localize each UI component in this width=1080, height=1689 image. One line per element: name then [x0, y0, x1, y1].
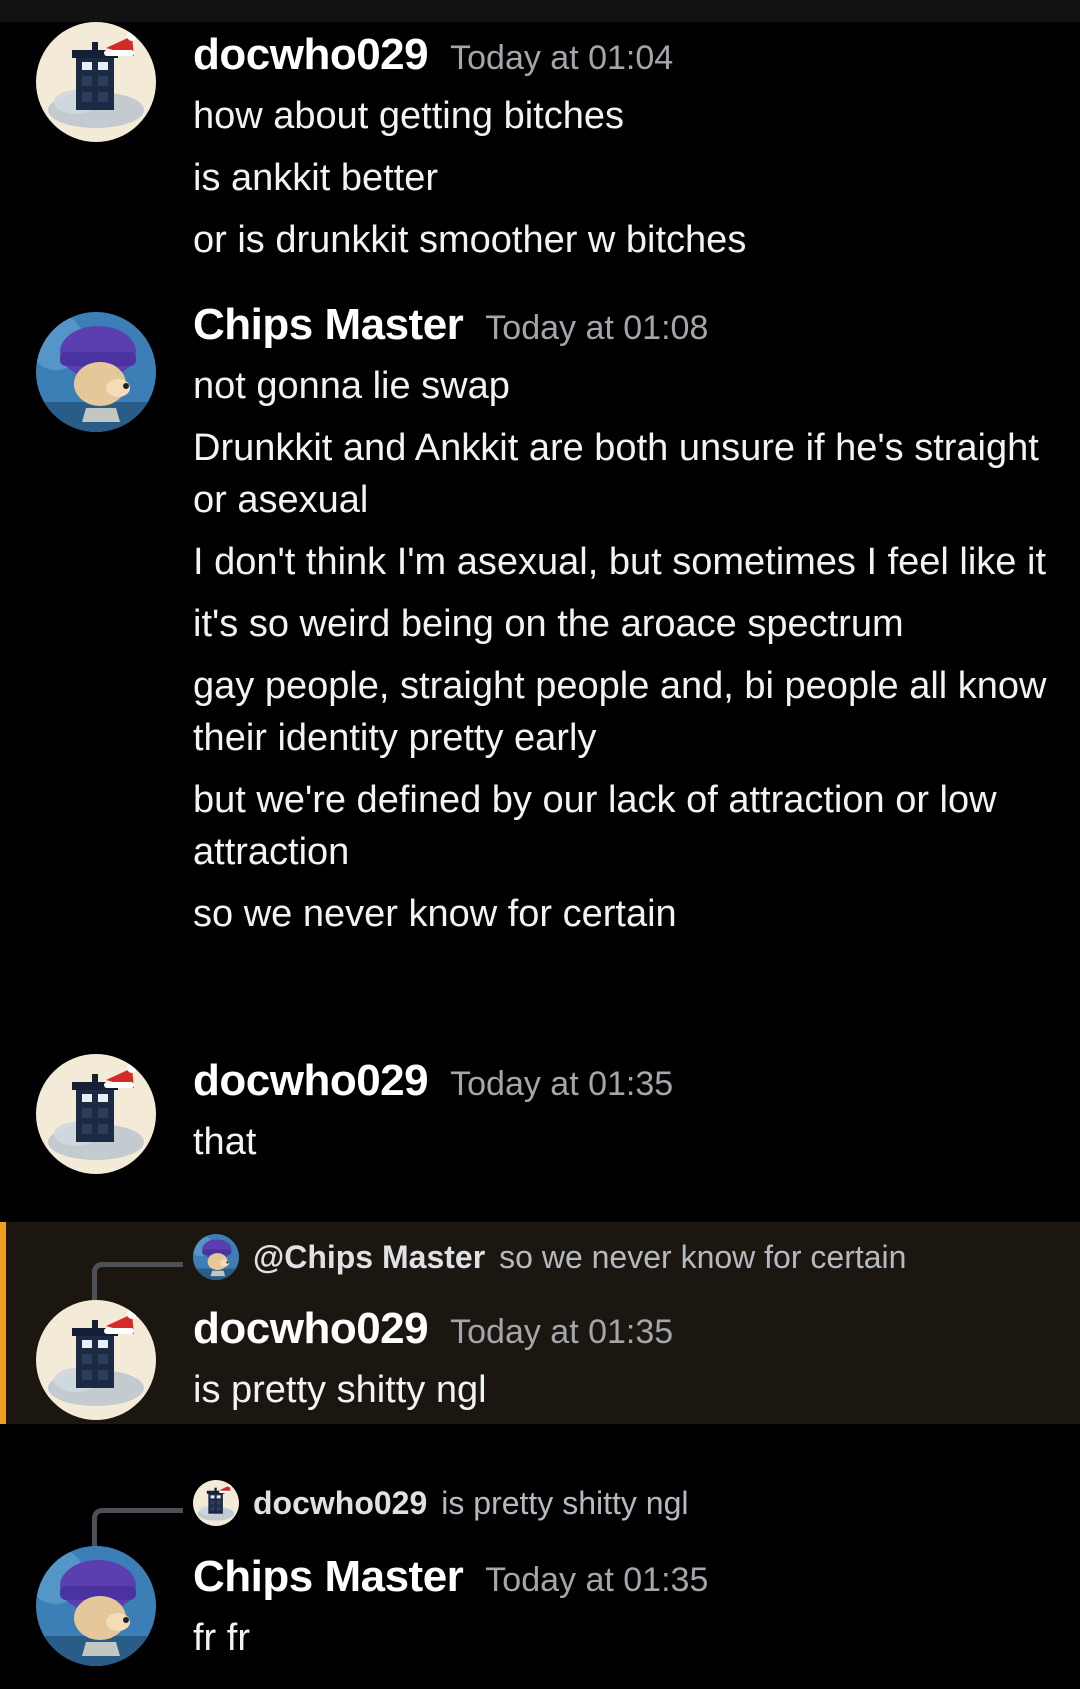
message-text: is pretty shitty ngl	[193, 1369, 487, 1411]
tardis-avatar[interactable]	[36, 22, 156, 142]
message-header: docwho029 Today at 01:35	[193, 1056, 673, 1106]
tardis-avatar[interactable]	[36, 1054, 156, 1174]
reply-author[interactable]: @Chips Master	[253, 1239, 485, 1276]
reply-text[interactable]: so we never know for certain	[499, 1239, 906, 1276]
message-text: that	[193, 1121, 257, 1163]
dog-beanie-mini-avatar[interactable]	[193, 1234, 239, 1280]
timestamp: Today at 01:35	[485, 1561, 709, 1599]
reply-author[interactable]: docwho029	[253, 1485, 427, 1522]
message-text: gay people, straight people and, bi peop…	[193, 665, 1047, 759]
message-header: docwho029 Today at 01:35	[193, 1304, 673, 1354]
tardis-avatar[interactable]	[36, 1300, 156, 1420]
message-text: Drunkkit and Ankkit are both unsure if h…	[193, 427, 1039, 521]
message-content: not gonna lie swap Drunkkit and Ankkit ar…	[193, 360, 1053, 950]
message-group[interactable]: @Chips Master so we never know for certai…	[0, 1222, 1080, 1424]
message-text: not gonna lie swap	[193, 365, 510, 407]
message-group[interactable]: Chips Master Today at 01:08 not gonna lie …	[0, 290, 1080, 1030]
reply-text[interactable]: is pretty shitty ngl	[441, 1485, 688, 1522]
message-content: that	[193, 1116, 1053, 1178]
message-content: is pretty shitty ngl	[193, 1364, 1053, 1426]
status-bar	[0, 0, 1080, 22]
message-text: but we're defined by our lack of attract…	[193, 779, 997, 873]
message-text: it's so weird being on the aroace spectr…	[193, 603, 904, 645]
dog-beanie-avatar[interactable]	[36, 312, 156, 432]
reply-preview[interactable]: docwho029 is pretty shitty ngl	[193, 1480, 688, 1526]
message-group[interactable]: docwho029 is pretty shitty ngl Chips Maste…	[0, 1450, 1080, 1670]
timestamp: Today at 01:35	[450, 1065, 674, 1103]
tardis-mini-avatar[interactable]	[193, 1480, 239, 1526]
username[interactable]: docwho029	[193, 1304, 429, 1353]
timestamp: Today at 01:35	[450, 1313, 674, 1351]
username[interactable]: docwho029	[193, 1056, 429, 1105]
username[interactable]: docwho029	[193, 30, 429, 79]
message-header: Chips Master Today at 01:35	[193, 1552, 708, 1602]
message-text: I don't think I'm asexual, but sometimes…	[193, 541, 1046, 583]
reply-preview[interactable]: @Chips Master so we never know for certai…	[193, 1234, 906, 1280]
message-text: so we never know for certain	[193, 893, 677, 935]
message-header: docwho029 Today at 01:04	[193, 30, 673, 80]
reply-connector	[92, 1508, 183, 1547]
dog-beanie-avatar[interactable]	[36, 1546, 156, 1666]
timestamp: Today at 01:08	[485, 309, 709, 347]
message-text: or is drunkkit smoother w bitches	[193, 219, 747, 261]
timestamp: Today at 01:04	[450, 39, 674, 77]
message-text: how about getting bitches	[193, 95, 624, 137]
message-header: Chips Master Today at 01:08	[193, 300, 708, 350]
message-content: fr fr	[193, 1612, 1053, 1674]
message-group[interactable]: docwho029 Today at 01:35 that	[0, 1040, 1080, 1190]
message-content: how about getting bitches is ankkit bette…	[193, 90, 1053, 276]
username[interactable]: Chips Master	[193, 300, 464, 349]
message-group[interactable]: docwho029 Today at 01:04 how about getting…	[0, 22, 1080, 272]
reply-connector	[92, 1262, 183, 1301]
username[interactable]: Chips Master	[193, 1552, 464, 1601]
message-text: is ankkit better	[193, 157, 438, 199]
message-text: fr fr	[193, 1617, 250, 1659]
